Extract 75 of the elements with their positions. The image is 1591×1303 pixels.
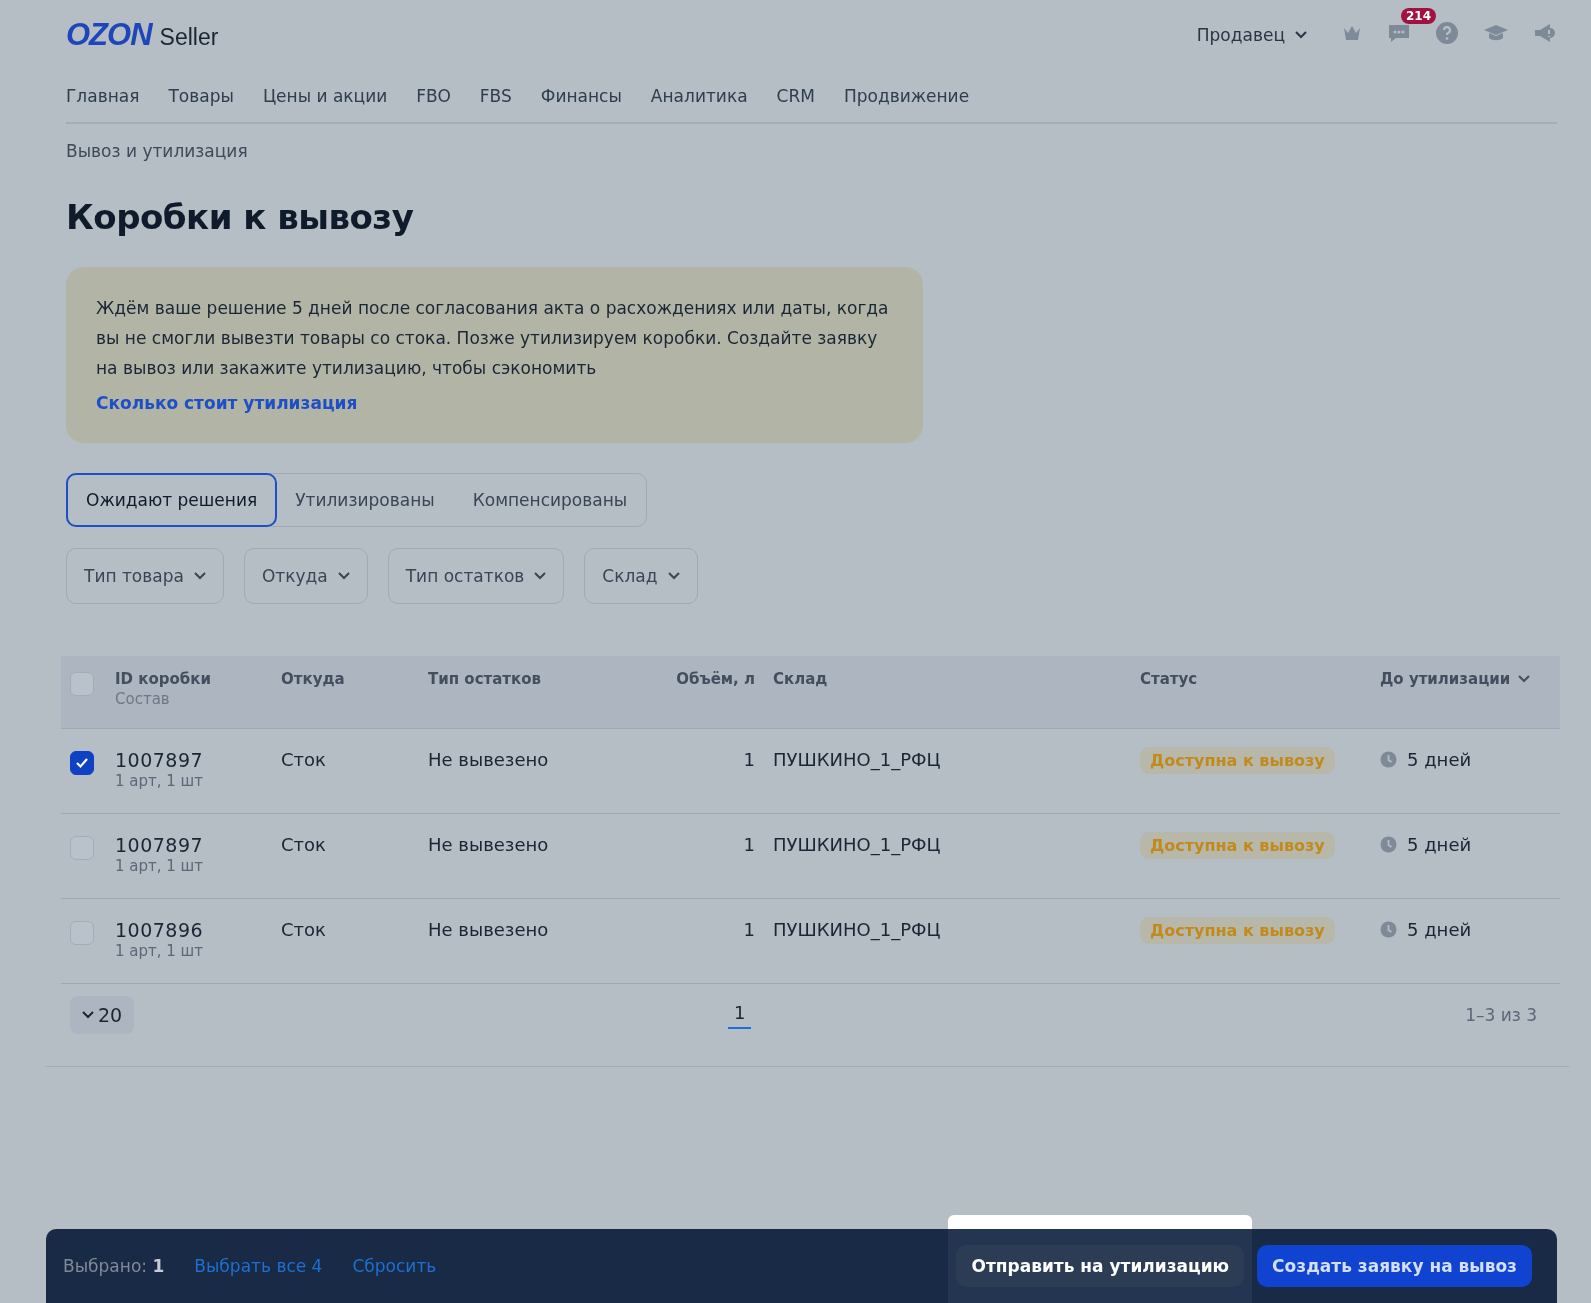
remainder-type-cell: Не вывезено: [428, 919, 549, 940]
volume-cell: 1: [743, 749, 755, 770]
nav-link[interactable]: Товары: [168, 86, 234, 106]
check-icon: [75, 757, 89, 769]
column-header: Тип остатков: [428, 670, 541, 688]
notice-link[interactable]: Сколько стоит утилизация: [96, 393, 358, 413]
box-id: 1007896: [115, 919, 204, 941]
nav-link[interactable]: Цены и акции: [262, 86, 388, 106]
remainder-type-cell: Не вывезено: [428, 749, 549, 770]
page-title: Коробки к вывозу: [66, 197, 415, 237]
column-header: Откуда: [281, 670, 345, 688]
column-subheader: Состав: [115, 690, 171, 708]
nav-link[interactable]: Продвижение: [843, 86, 970, 106]
status-badge: Доступна к вывозу: [1140, 832, 1335, 859]
filter-dropdown[interactable]: Склад: [584, 548, 698, 604]
logo-wordmark: OZON: [66, 17, 152, 53]
status-badge: Доступна к вывозу: [1140, 917, 1335, 944]
notification-badge: 214: [1401, 8, 1437, 24]
logo-product-name: Seller: [159, 24, 219, 51]
tab[interactable]: Утилизированы: [275, 473, 455, 527]
filter-dropdown[interactable]: Тип остатков: [387, 548, 565, 604]
volume-cell: 1: [743, 919, 755, 940]
nav-link[interactable]: Финансы: [540, 86, 622, 106]
caret-icon: [1518, 675, 1531, 683]
row-checkbox[interactable]: [70, 751, 94, 775]
box-id: 1007897: [115, 834, 204, 856]
send-to-disposal-button[interactable]: Отправить на утилизацию: [956, 1245, 1245, 1287]
filter-dropdown[interactable]: Тип товара: [66, 548, 224, 604]
column-header: Склад: [773, 670, 828, 688]
nav-link[interactable]: Аналитика: [650, 86, 748, 106]
column-header: ID коробки: [115, 670, 211, 688]
days-left: 5 дней: [1407, 834, 1472, 855]
warehouse-cell: ПУШКИНО_1_РФЦ: [773, 919, 941, 940]
nav-link[interactable]: CRM: [776, 86, 815, 106]
caret-icon: [1295, 31, 1307, 39]
origin-cell: Сток: [281, 749, 326, 770]
clock-icon: [1380, 921, 1397, 938]
page-size-dropdown[interactable]: 20: [70, 996, 135, 1034]
days-left: 5 дней: [1407, 919, 1472, 940]
caret-icon: [667, 572, 680, 580]
notice-text: Ждём ваше решение 5 дней после согласования акта о расхождениях или даты, когда вы не смогли вывезти товары со стока. Позже утилизируем коробки. Создайте заявку на вывоз или закажите утилизацию, чтобы сэкономить: [96, 297, 890, 380]
clock-icon: [1380, 751, 1397, 768]
origin-cell: Сток: [281, 834, 326, 855]
caret-icon: [534, 572, 547, 580]
origin-cell: Сток: [281, 919, 326, 940]
clock-icon: [1380, 836, 1397, 853]
caret-icon: [193, 572, 206, 580]
column-header: Статус: [1140, 670, 1198, 688]
create-request-button[interactable]: Создать заявку на вывоз: [1257, 1245, 1532, 1287]
remainder-type-cell: Не вывезено: [428, 834, 549, 855]
tab[interactable]: Ожидают решения: [66, 473, 278, 527]
account-menu[interactable]: Продавец: [1196, 25, 1307, 45]
status-badge: Доступна к вывозу: [1140, 747, 1335, 774]
breadcrumb[interactable]: Вывоз и утилизация: [66, 141, 1560, 161]
nav-link[interactable]: Главная: [66, 86, 140, 106]
caret-icon: [82, 1011, 94, 1019]
box-composition: 1 арт, 1 шт: [115, 942, 205, 960]
box-id: 1007897: [115, 749, 204, 771]
nav-link[interactable]: FBS: [479, 86, 512, 106]
box-composition: 1 арт, 1 шт: [115, 857, 205, 875]
warehouse-cell: ПУШКИНО_1_РФЦ: [773, 749, 941, 770]
page-link[interactable]: 1: [727, 1001, 752, 1029]
reset-link[interactable]: Сбросить: [352, 1256, 437, 1276]
tab[interactable]: Компенсированы: [452, 473, 648, 527]
volume-cell: 1: [743, 834, 755, 855]
nav-link[interactable]: FBO: [416, 86, 451, 106]
selected-count: Выбрано: 1: [63, 1256, 165, 1276]
caret-icon: [337, 572, 350, 580]
box-composition: 1 арт, 1 шт: [115, 772, 205, 790]
filter-dropdown[interactable]: Откуда: [243, 548, 368, 604]
page-range: 1–3 из 3: [1465, 1005, 1537, 1025]
days-left: 5 дней: [1407, 749, 1472, 770]
column-header: Объём, л: [676, 670, 755, 688]
logo[interactable]: OZON Seller: [66, 17, 219, 53]
warehouse-cell: ПУШКИНО_1_РФЦ: [773, 834, 941, 855]
